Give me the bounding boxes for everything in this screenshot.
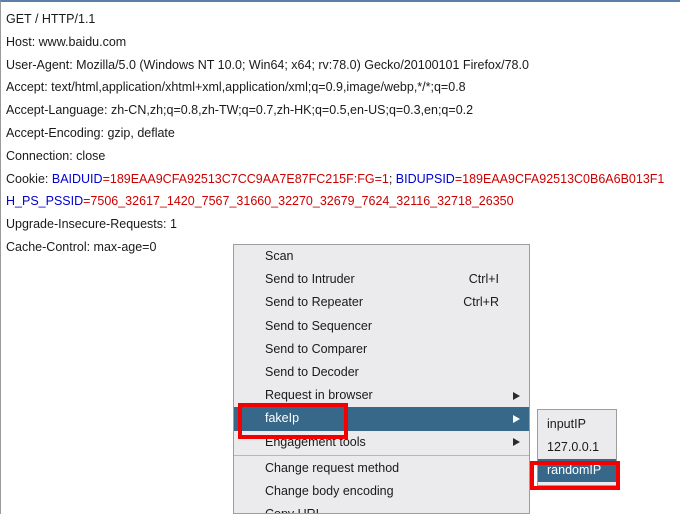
menu-item-label: Send to Sequencer — [265, 318, 373, 333]
request-line: Accept-Encoding: gzip, deflate — [6, 122, 680, 145]
menu-item-shortcut: Ctrl+R — [463, 295, 499, 310]
submenu-item-127-0-0-1[interactable]: 127.0.0.1 — [538, 436, 616, 459]
request-token-plain: Cache-Control: max-age=0 — [6, 239, 157, 254]
menu-separator — [234, 454, 529, 456]
request-line: Upgrade-Insecure-Requests: 1 — [6, 213, 680, 236]
menu-item-label: Send to Repeater — [265, 295, 363, 310]
request-token-name: H_PS_PSSID — [6, 194, 84, 209]
menu-item-send-to-decoder[interactable]: Send to Decoder — [234, 361, 529, 384]
menu-item-label: Send to Intruder — [265, 272, 355, 287]
menu-item-fakeip[interactable]: fakeIp — [234, 407, 529, 431]
fakeip-submenu[interactable]: inputIP 127.0.0.1 randomIP — [537, 409, 617, 486]
request-line: Connection: close — [6, 145, 680, 168]
menu-item-scan[interactable]: Scan — [234, 245, 529, 268]
menu-item-send-to-comparer[interactable]: Send to Comparer — [234, 338, 529, 361]
request-token-name: BIDUPSID — [395, 171, 455, 186]
menu-item-send-to-intruder[interactable]: Send to Intruder Ctrl+I — [234, 268, 529, 291]
request-line: Accept-Language: zh-CN,zh;q=0.8,zh-TW;q=… — [6, 99, 680, 122]
request-token-plain: Accept-Language: zh-CN,zh;q=0.8,zh-TW;q=… — [6, 103, 474, 118]
menu-item-send-to-sequencer[interactable]: Send to Sequencer — [234, 315, 529, 338]
menu-item-label: Change request method — [265, 460, 400, 475]
request-token-plain: Accept: text/html,application/xhtml+xml,… — [6, 80, 466, 95]
request-token-plain: User-Agent: Mozilla/5.0 (Windows NT 10.0… — [6, 57, 529, 72]
menu-item-label: Scan — [265, 249, 294, 263]
submenu-item-randomip[interactable]: randomIP — [538, 459, 616, 482]
chevron-right-icon — [513, 438, 520, 447]
request-line: Cookie: BAIDUID=189EAA9CFA92513C7CC9AA7E… — [6, 168, 680, 191]
request-line: GET / HTTP/1.1 — [6, 8, 680, 31]
menu-item-label: Change body encoding — [265, 483, 394, 498]
request-line: Accept: text/html,application/xhtml+xml,… — [6, 76, 680, 99]
request-token-plain: Host: www.baidu.com — [6, 34, 127, 49]
menu-item-label: Engagement tools — [265, 434, 366, 449]
request-line: User-Agent: Mozilla/5.0 (Windows NT 10.0… — [6, 54, 680, 77]
menu-item-engagement-tools[interactable]: Engagement tools — [234, 431, 529, 454]
menu-item-send-to-repeater[interactable]: Send to Repeater Ctrl+R — [234, 291, 529, 314]
menu-item-copy-url[interactable]: Copy URL — [234, 503, 529, 513]
chevron-right-icon — [513, 414, 520, 423]
request-context-menu[interactable]: Scan Send to Intruder Ctrl+I Send to Repeat… — [233, 244, 530, 514]
submenu-item-inputip[interactable]: inputIP — [538, 413, 616, 436]
request-token-plain: ; — [388, 171, 396, 186]
request-token-plain: Cookie: — [6, 171, 52, 186]
request-token-value: =189EAA9CFA92513C0B6A6B013F1 — [454, 171, 665, 186]
menu-item-label: Send to Decoder — [265, 364, 359, 379]
request-line: H_PS_PSSID=7506_32617_1420_7567_31660_32… — [6, 190, 680, 213]
request-token-value: =189EAA9CFA92513C7CC9AA7E87FC215F:FG=1 — [102, 171, 389, 186]
menu-item-change-body-encoding[interactable]: Change body encoding — [234, 480, 529, 503]
request-token-plain: Accept-Encoding: gzip, deflate — [6, 125, 175, 140]
request-token-plain: Connection: close — [6, 148, 106, 163]
submenu-item-label: randomIP — [547, 463, 602, 477]
chevron-right-icon — [513, 391, 520, 400]
request-token-plain: GET / HTTP/1.1 — [6, 12, 96, 26]
request-token-value: =7506_32617_1420_7567_31660_32270_32679_… — [83, 194, 514, 209]
menu-item-label: fakeIp — [265, 411, 300, 426]
menu-item-label: Copy URL — [265, 507, 323, 513]
request-line: Host: www.baidu.com — [6, 31, 680, 54]
submenu-item-label: inputIP — [547, 417, 586, 431]
request-token-name: BAIDUID — [51, 171, 103, 186]
menu-item-request-in-browser[interactable]: Request in browser — [234, 384, 529, 407]
request-raw-text[interactable]: GET / HTTP/1.1 Host: www.baidu.com User-Ag… — [6, 8, 680, 259]
submenu-item-label: 127.0.0.1 — [547, 440, 600, 454]
menu-item-label: Request in browser — [265, 388, 373, 403]
menu-item-shortcut: Ctrl+I — [468, 272, 499, 287]
menu-item-label: Send to Comparer — [265, 341, 368, 356]
menu-item-change-request-method[interactable]: Change request method — [234, 457, 529, 480]
request-token-plain: Upgrade-Insecure-Requests: 1 — [6, 217, 177, 232]
